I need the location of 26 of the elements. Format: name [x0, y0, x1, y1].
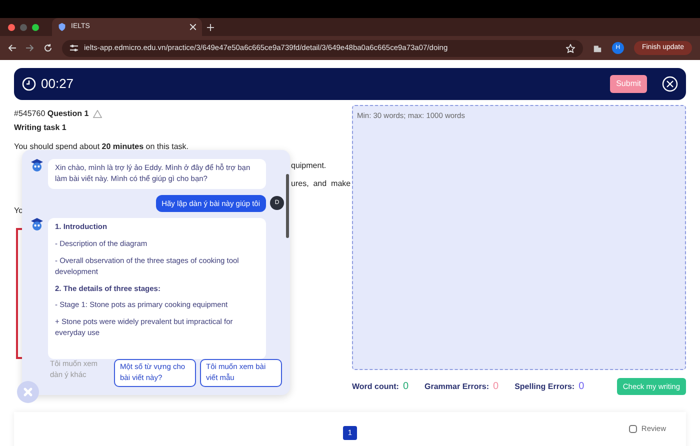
star-icon[interactable]: [566, 44, 575, 52]
stat-value: 0: [493, 380, 499, 394]
back-icon[interactable]: [8, 44, 16, 52]
stat-value: 0: [402, 380, 409, 394]
reload-icon[interactable]: [44, 44, 52, 52]
site-settings-icon[interactable]: [70, 44, 78, 52]
stat-label: Word count:: [352, 381, 399, 394]
instruction-text: You should spend about 20 minutes on this task.: [14, 142, 190, 152]
close-icon[interactable]: [190, 24, 196, 30]
clock-icon: [22, 77, 36, 91]
task-title: Writing task 1: [14, 123, 68, 134]
review-checkbox[interactable]: [629, 424, 638, 433]
text-fragment: ures, and make: [291, 178, 351, 189]
stat-value: 0: [578, 380, 584, 394]
timer: 00:27: [41, 75, 74, 94]
mascot-icon: [30, 218, 44, 231]
plus-icon[interactable]: [207, 24, 214, 30]
scrollbar[interactable]: [286, 174, 289, 238]
shield-icon: [58, 23, 66, 31]
forward-icon[interactable]: [26, 44, 34, 52]
stat-label: Spelling Errors:: [514, 381, 575, 394]
text-fragment: quipment.: [291, 161, 326, 172]
mascot-icon: [30, 159, 44, 172]
close-button[interactable]: [662, 76, 678, 92]
stat-label: Grammar Errors:: [424, 381, 489, 394]
question-heading: #545760 Question 1: [14, 109, 89, 120]
